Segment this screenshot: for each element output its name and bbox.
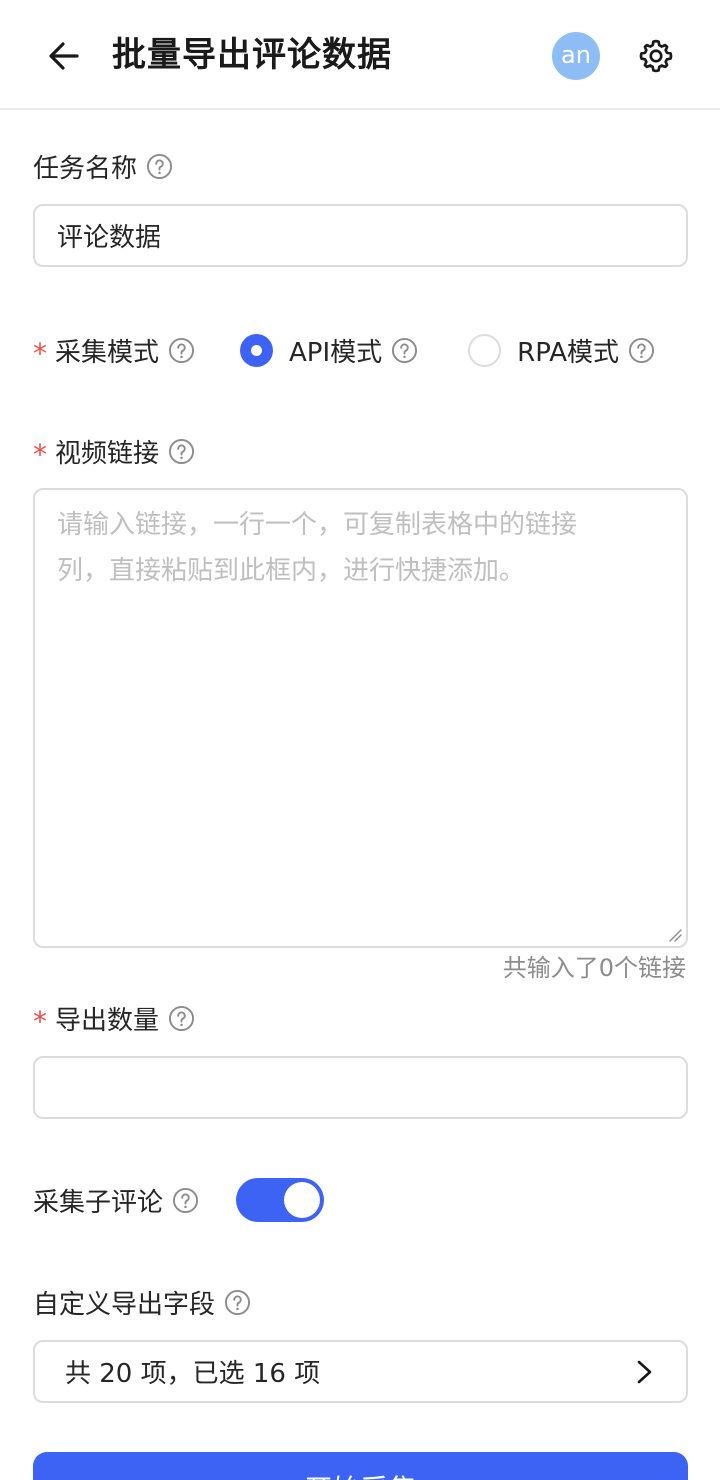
video-links-textarea[interactable]: 请输入链接，一行一个，可复制表格中的链接 列，直接粘贴到此框内，进行快捷添加。	[33, 488, 688, 948]
radio-rpa-mode[interactable]: RPA模式	[468, 332, 655, 369]
export-count-label-row: * 导出数量	[33, 998, 195, 1038]
export-count-input[interactable]	[33, 1056, 688, 1119]
textarea-placeholder-line-1: 请输入链接，一行一个，可复制表格中的链接	[57, 510, 578, 540]
question-circle-icon[interactable]	[172, 1187, 199, 1214]
task-name-value: 评论数据	[57, 223, 162, 253]
task-name-input[interactable]: 评论数据	[33, 204, 688, 267]
custom-fields-label: 自定义导出字段	[33, 1289, 216, 1320]
video-links-label: 视频链接	[55, 438, 160, 469]
export-count-label: 导出数量	[55, 1005, 160, 1036]
question-circle-icon[interactable]	[224, 1289, 251, 1316]
task-name-label: 任务名称	[33, 153, 138, 184]
question-circle-icon[interactable]	[168, 337, 195, 364]
required-asterisk: *	[33, 336, 47, 370]
collect-mode-label-row: * 采集模式	[33, 330, 195, 370]
start-collect-button[interactable]: 开始采集	[33, 1452, 688, 1480]
arrow-left-icon	[49, 42, 79, 70]
settings-button[interactable]	[634, 34, 678, 78]
question-circle-icon[interactable]	[168, 438, 195, 465]
sub-comments-toggle[interactable]	[236, 1178, 324, 1222]
chevron-right-icon	[637, 1360, 652, 1383]
custom-fields-label-row: 自定义导出字段	[33, 1282, 251, 1322]
custom-fields-summary: 共 20 项，已选 16 项	[65, 1359, 321, 1389]
radio-checked	[240, 333, 273, 367]
required-asterisk: *	[33, 437, 47, 471]
textarea-placeholder-line-2: 列，直接粘贴到此框内，进行快捷添加。	[57, 556, 526, 586]
custom-fields-select[interactable]: 共 20 项，已选 16 项	[33, 1340, 688, 1403]
resize-grip-icon[interactable]	[668, 928, 682, 942]
question-circle-icon[interactable]	[391, 337, 418, 364]
question-circle-icon[interactable]	[146, 153, 173, 180]
app-header: 批量导出评论数据 an	[0, 0, 720, 110]
radio-api-mode[interactable]: API模式	[240, 332, 418, 369]
required-asterisk: *	[33, 1004, 47, 1038]
page-title: 批量导出评论数据	[112, 35, 392, 75]
video-links-label-row: * 视频链接	[33, 431, 195, 471]
avatar[interactable]: an	[552, 32, 600, 80]
link-count-text: 共输入了0个链接	[502, 954, 686, 982]
radio-rpa-label: RPA模式	[517, 337, 620, 368]
collect-mode-radio-group: API模式 RPA模式	[240, 330, 655, 370]
gear-icon	[639, 39, 673, 73]
toggle-knob	[284, 1182, 320, 1218]
sub-comments-label: 采集子评论	[33, 1187, 164, 1218]
question-circle-icon[interactable]	[628, 337, 655, 364]
radio-unchecked	[468, 333, 502, 367]
task-name-label-row: 任务名称	[33, 146, 173, 186]
question-circle-icon[interactable]	[168, 1005, 195, 1032]
sub-comments-label-row: 采集子评论	[33, 1180, 199, 1220]
collect-mode-label: 采集模式	[55, 337, 160, 368]
back-button[interactable]	[44, 36, 84, 76]
radio-api-label: API模式	[289, 337, 383, 368]
